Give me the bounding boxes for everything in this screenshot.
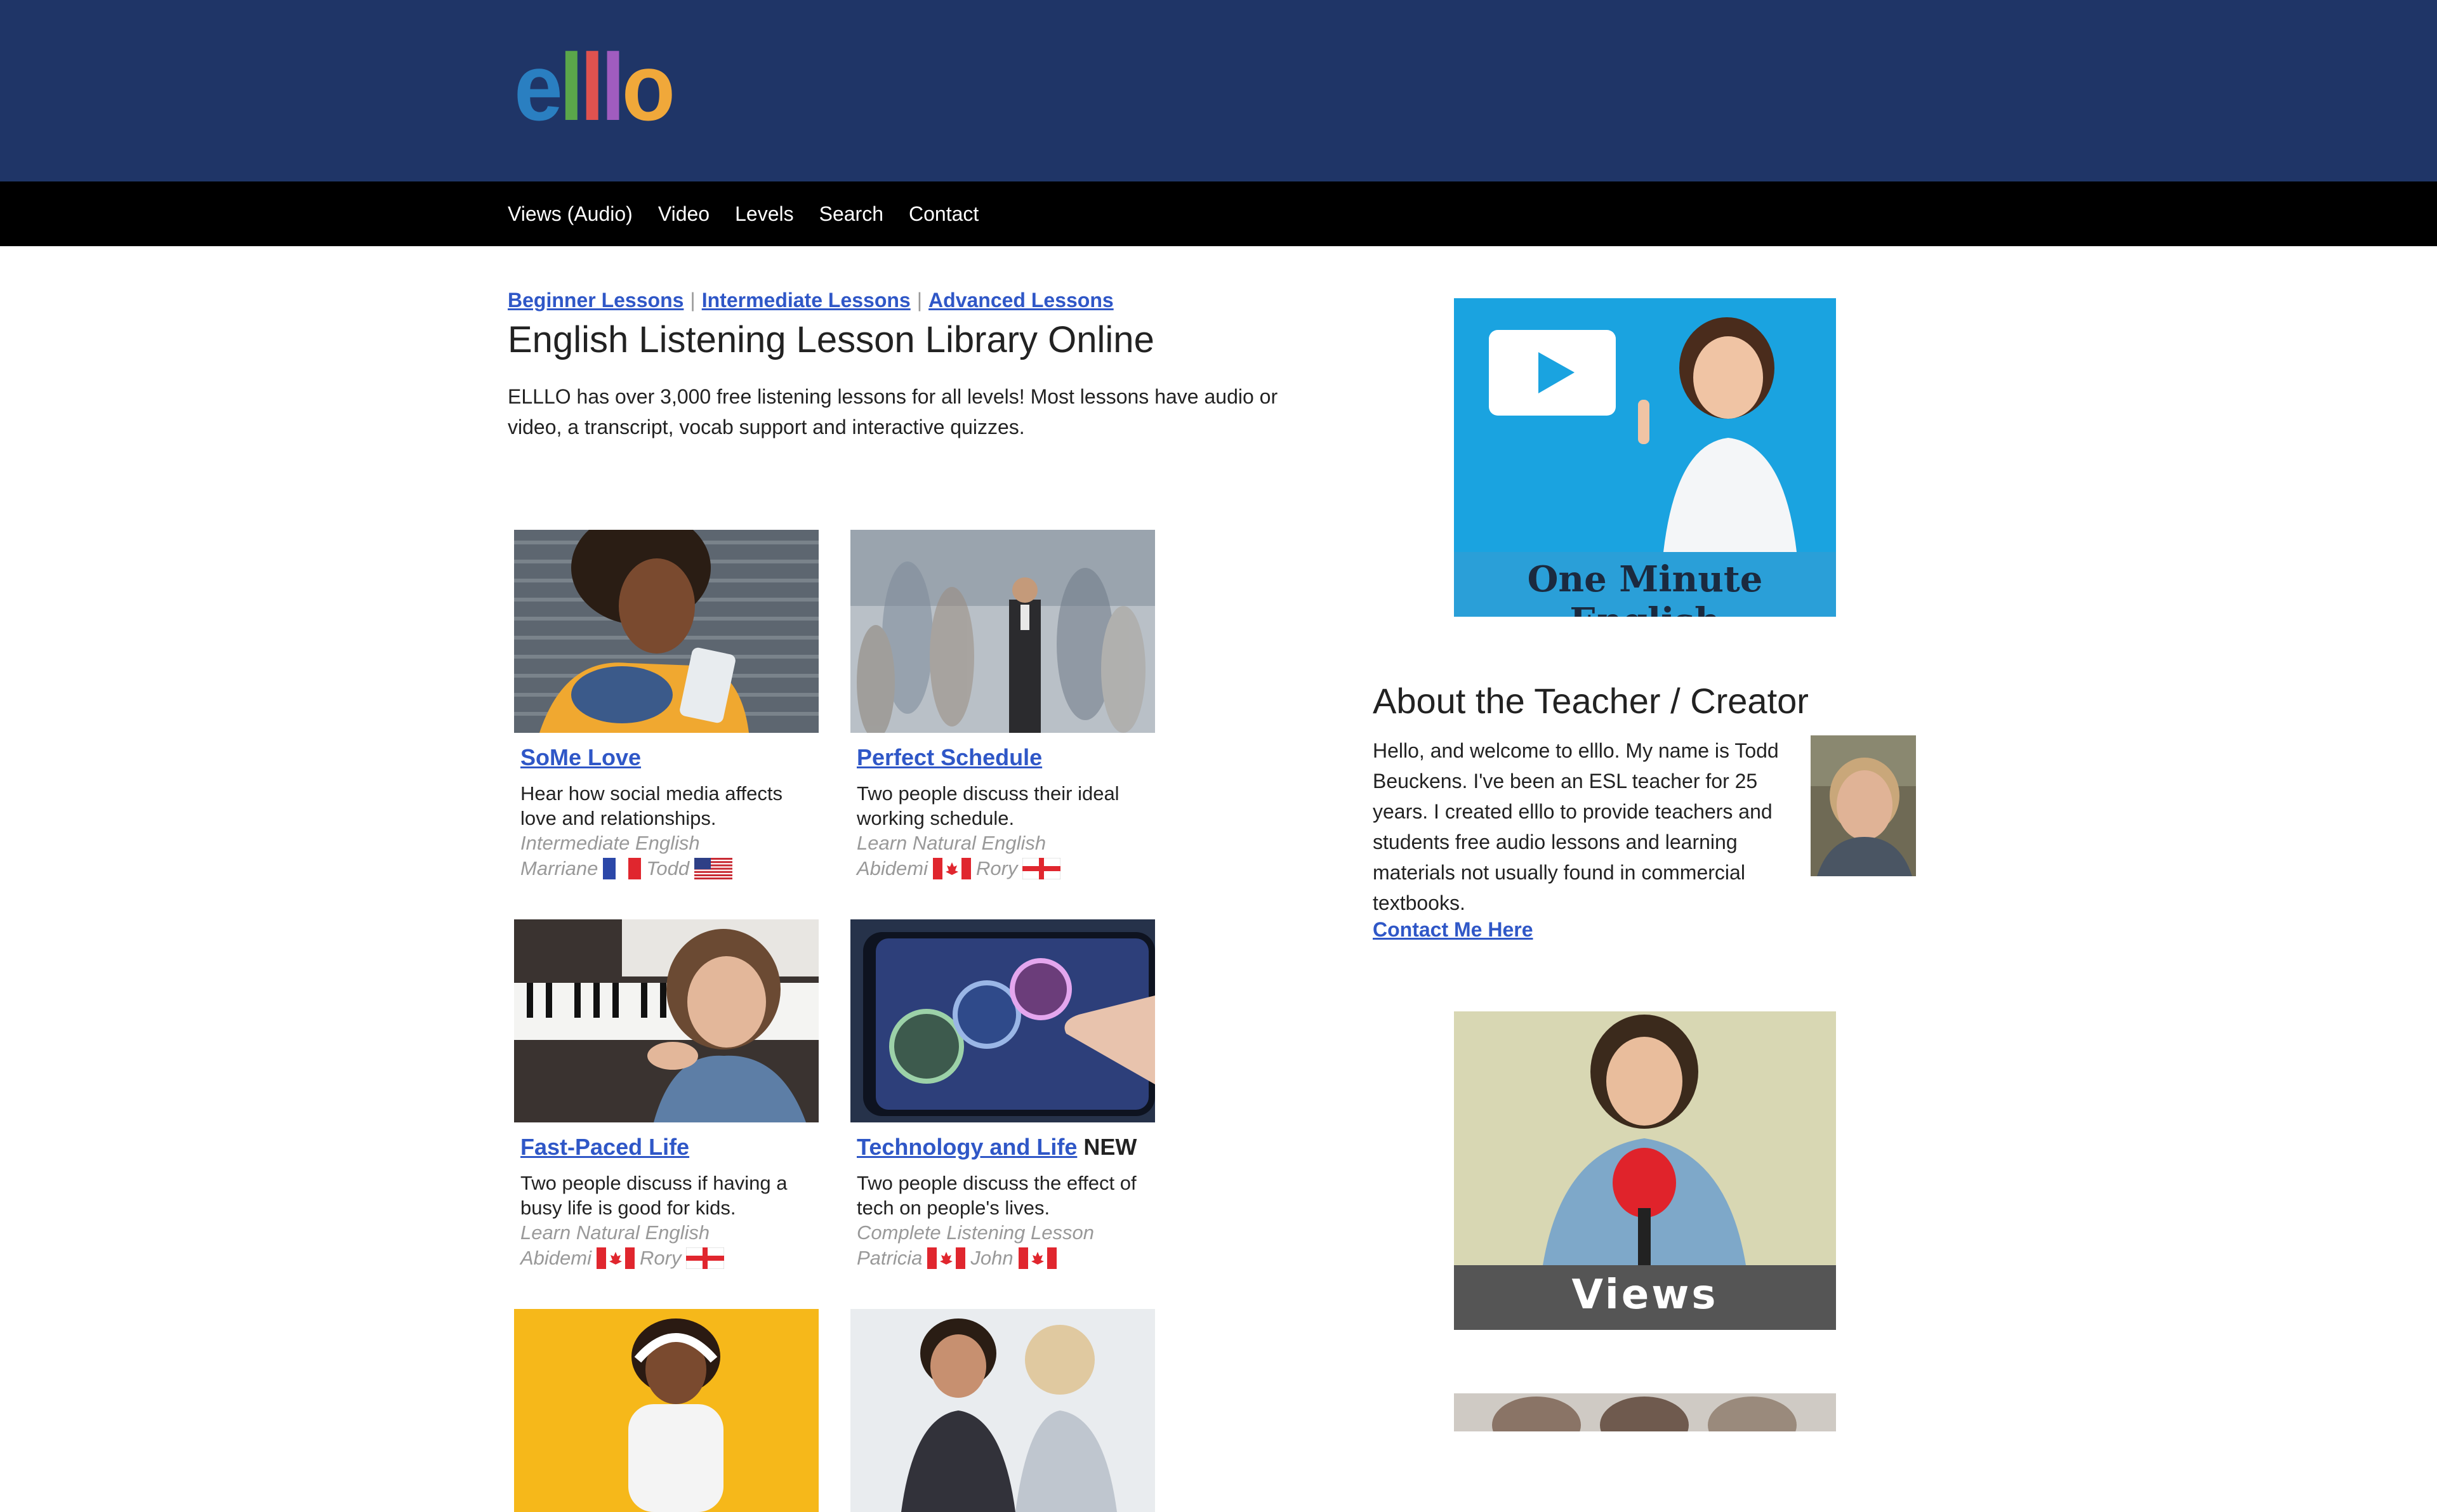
contact-me-link[interactable]: Contact Me Here [1373,918,1533,941]
usa-flag-icon [694,858,733,879]
next-banner[interactable] [1454,1393,1836,1431]
lesson-thumbnail[interactable] [514,530,819,733]
lesson-card: Technology and Life NEW Two people discus… [850,919,1155,1271]
lesson-description: Two people discuss the effect of tech on… [857,1172,1137,1219]
teacher-photo [1811,735,1916,876]
speaker-name: Todd [646,857,690,879]
canada-flag-icon [597,1247,635,1269]
level-links: Beginner Lessons | Intermediate Lessons | Ad… [508,289,1307,312]
canada-flag-icon [927,1247,966,1269]
about-text: Hello, and welcome to elllo. My name is … [1373,739,1779,914]
lesson-thumbnail[interactable] [850,530,1155,733]
separator: | [916,289,923,312]
intro-text: ELLLO has over 3,000 free listening less… [508,385,1278,438]
new-badge: NEW [1083,1134,1137,1160]
ellllo-logo[interactable]: e l l l o [514,39,675,135]
speaker-name: Abidemi [857,857,928,879]
lesson-speakers: Marriane Todd [520,856,812,881]
lesson-description: Two people discuss if having a busy life… [520,1172,788,1219]
intermediate-lessons-link[interactable]: Intermediate Lessons [702,289,911,312]
lesson-description: Hear how social media affects love and r… [520,782,783,829]
lesson-thumbnail[interactable] [514,919,819,1122]
lesson-title-link[interactable]: Fast-Paced Life [520,1134,689,1160]
logo-letter: l [600,34,625,140]
nav-contact[interactable]: Contact [909,202,979,226]
promo-caption: One Minute English [1527,558,1763,617]
speaker-name: John [970,1247,1014,1269]
lesson-series: Intermediate English [520,832,700,854]
france-flag-icon [603,858,642,879]
lesson-series: Learn Natural English [857,832,1047,854]
beginner-lessons-link[interactable]: Beginner Lessons [508,289,684,312]
lesson-thumbnail[interactable] [850,919,1155,1122]
promo-caption: Views [1571,1272,1719,1318]
speaker-name: Marriane [520,857,598,879]
lesson-grid: SoMe Love Hear how social media affects … [514,530,1206,1512]
lesson-title-link[interactable]: Technology and Life [857,1134,1077,1160]
separator: | [690,289,696,312]
about-title: About the Teacher / Creator [1373,681,1809,721]
lesson-series: Complete Listening Lesson [857,1221,1094,1244]
speaker-name: Abidemi [520,1247,591,1269]
speaker-name: Rory [640,1247,682,1269]
logo-letter: l [580,34,604,140]
page-title: English Listening Lesson Library Online [508,319,1154,360]
lesson-title-link[interactable]: SoMe Love [520,744,641,770]
speaker-name: Rory [976,857,1018,879]
lesson-card [514,1309,819,1512]
england-flag-icon [686,1247,725,1269]
nav-search[interactable]: Search [819,202,883,226]
nav-video[interactable]: Video [658,202,710,226]
logo-letter: l [559,34,583,140]
views-banner[interactable]: Views [1454,1011,1836,1330]
lesson-series: Learn Natural English [520,1221,710,1244]
lesson-card: SoMe Love Hear how social media affects … [514,530,819,881]
canada-flag-icon [1018,1247,1057,1269]
nav-views-audio[interactable]: Views (Audio) [508,202,633,226]
sidebar: One Minute English About the Teacher / C… [1373,298,1944,1431]
lesson-speakers: Patricia John [857,1246,1149,1271]
lesson-card: Fast-Paced Life Two people discuss if ha… [514,919,819,1271]
lesson-thumbnail[interactable] [514,1309,819,1512]
canada-flag-icon [933,858,971,879]
lesson-card: Perfect Schedule Two people discuss thei… [850,530,1155,881]
logo-letter: e [514,34,563,140]
nav-levels[interactable]: Levels [735,202,794,226]
about-section: Hello, and welcome to elllo. My name is … [1373,735,1944,942]
lesson-thumbnail[interactable] [850,1309,1155,1512]
advanced-lessons-link[interactable]: Advanced Lessons [928,289,1114,312]
one-minute-english-banner[interactable]: One Minute English [1454,298,1836,617]
lesson-speakers: Abidemi Rory [857,856,1149,881]
site-header: e l l l o [0,0,2437,181]
speaker-name: Patricia [857,1247,923,1269]
main-content: Beginner Lessons | Intermediate Lessons | Ad… [508,289,1307,442]
lesson-speakers: Abidemi Rory [520,1246,812,1271]
lesson-title-link[interactable]: Perfect Schedule [857,744,1042,770]
england-flag-icon [1022,858,1061,879]
logo-letter: o [621,34,675,140]
lesson-card [850,1309,1155,1512]
main-nav: Views (Audio) Video Levels Search Contac… [0,181,2437,246]
lesson-description: Two people discuss their ideal working s… [857,782,1119,829]
